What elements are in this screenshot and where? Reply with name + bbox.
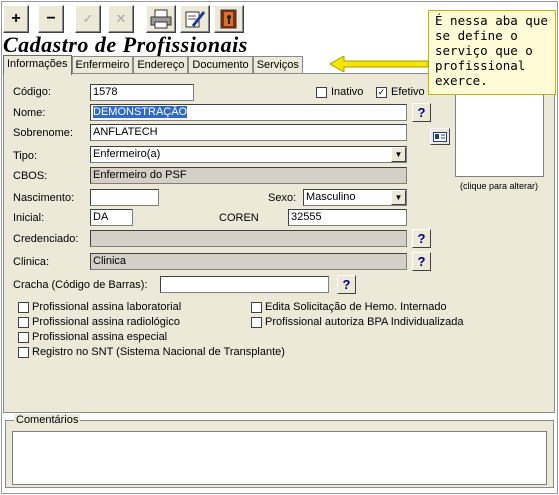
tab-servicos[interactable]: Serviços xyxy=(252,56,303,74)
coren-label: COREN xyxy=(219,212,259,224)
exit-door-icon xyxy=(220,9,237,29)
comments-group: Comentários xyxy=(5,414,554,488)
cbos-field[interactable]: Enfermeiro do PSF xyxy=(90,167,407,184)
remove-button[interactable]: − xyxy=(38,5,64,33)
coren-field[interactable]: 32555 xyxy=(288,209,407,226)
tipo-value: Enfermeiro(a) xyxy=(93,148,161,160)
plus-icon: + xyxy=(11,10,21,27)
id-card-icon xyxy=(433,131,447,142)
cancel-button[interactable]: ✕ xyxy=(108,5,134,33)
tab-bar: Informações Enfermeiro Endereço Document… xyxy=(3,55,303,75)
credenciado-help-button[interactable]: ? xyxy=(412,229,431,248)
confirm-button[interactable]: ✓ xyxy=(75,5,101,33)
print-button[interactable] xyxy=(146,5,176,33)
checkmark-icon: ✓ xyxy=(82,11,94,26)
comments-textarea[interactable] xyxy=(12,431,547,485)
clinica-label: Clinica: xyxy=(13,256,50,268)
arrow-annotation xyxy=(330,56,429,72)
hemo-label: Edita Solicitação de Hemo. Internado xyxy=(265,301,447,313)
tab-endereco[interactable]: Endereço xyxy=(133,56,189,74)
inicial-label: Inicial: xyxy=(13,212,45,224)
x-icon: ✕ xyxy=(115,11,127,26)
comments-label: Comentários xyxy=(14,414,81,426)
sexo-select[interactable]: Masculino ▼ xyxy=(303,189,407,206)
codigo-field[interactable]: 1578 xyxy=(90,84,194,101)
tipo-select[interactable]: Enfermeiro(a) ▼ xyxy=(90,146,407,163)
snt-checkbox[interactable] xyxy=(18,347,29,358)
sobrenome-label: Sobrenome: xyxy=(13,127,73,139)
sexo-dropdown-icon[interactable]: ▼ xyxy=(391,190,406,205)
efetivo-checkbox[interactable]: ✓ xyxy=(376,87,387,98)
question-icon: ? xyxy=(342,277,351,292)
document-pen-icon xyxy=(185,11,206,28)
exit-button[interactable] xyxy=(214,5,244,33)
minus-icon: − xyxy=(46,10,56,27)
lab-checkbox[interactable] xyxy=(18,302,29,313)
nome-label: Nome: xyxy=(13,107,46,119)
inativo-checkbox[interactable] xyxy=(316,87,327,98)
sexo-value: Masculino xyxy=(306,191,356,203)
tab-documento[interactable]: Documento xyxy=(188,56,253,74)
radio-label: Profissional assina radiológico xyxy=(32,316,180,328)
sexo-label: Sexo: xyxy=(268,192,297,204)
cracha-field[interactable] xyxy=(160,276,329,293)
photo-hint[interactable]: (clique para alterar) xyxy=(460,181,538,191)
credenciado-label: Credenciado: xyxy=(13,233,79,245)
question-icon: ? xyxy=(417,105,426,120)
especial-label: Profissional assina especial xyxy=(32,331,168,343)
nome-value: DEMONSTRAÇÃO xyxy=(93,106,188,118)
nascimento-field[interactable] xyxy=(90,189,159,206)
clinica-field[interactable]: Clinica xyxy=(90,253,407,270)
tab-enfermeiro[interactable]: Enfermeiro xyxy=(71,56,134,74)
tipo-dropdown-icon[interactable]: ▼ xyxy=(391,147,406,162)
especial-checkbox[interactable] xyxy=(18,332,29,343)
snt-label: Registro no SNT (Sistema Nacional de Tra… xyxy=(32,346,285,358)
question-icon: ? xyxy=(417,231,426,246)
bpa-checkbox[interactable] xyxy=(251,317,262,328)
lab-label: Profissional assina laboratorial xyxy=(32,301,182,313)
add-button[interactable]: + xyxy=(3,5,29,33)
radio-checkbox[interactable] xyxy=(18,317,29,328)
tab-informacoes[interactable]: Informações xyxy=(3,55,72,75)
tipo-label: Tipo: xyxy=(13,150,38,162)
id-card-button[interactable] xyxy=(430,128,450,145)
inativo-label: Inativo xyxy=(331,86,364,98)
nome-help-button[interactable]: ? xyxy=(412,103,431,122)
question-icon: ? xyxy=(417,254,426,269)
cracha-help-button[interactable]: ? xyxy=(337,275,356,294)
clinica-help-button[interactable]: ? xyxy=(412,252,431,271)
nome-field[interactable]: DEMONSTRAÇÃO xyxy=(90,104,407,121)
inicial-field[interactable]: DA xyxy=(90,209,133,226)
sobrenome-field[interactable]: ANFLATECH xyxy=(90,124,407,141)
efetivo-label: Efetivo xyxy=(391,86,425,98)
nascimento-label: Nascimento: xyxy=(13,192,75,204)
printer-icon xyxy=(150,9,172,29)
cbos-label: CBOS: xyxy=(13,170,48,182)
hemo-checkbox[interactable] xyxy=(251,302,262,313)
cracha-label: Cracha (Código de Barras): xyxy=(13,279,148,291)
callout-note: É nessa aba que se define o serviço que … xyxy=(428,10,556,95)
credenciado-field[interactable] xyxy=(90,230,407,247)
bpa-label: Profissional autoriza BPA Individualizad… xyxy=(265,316,464,328)
edit-document-button[interactable] xyxy=(180,5,210,33)
codigo-label: Código: xyxy=(13,86,51,98)
